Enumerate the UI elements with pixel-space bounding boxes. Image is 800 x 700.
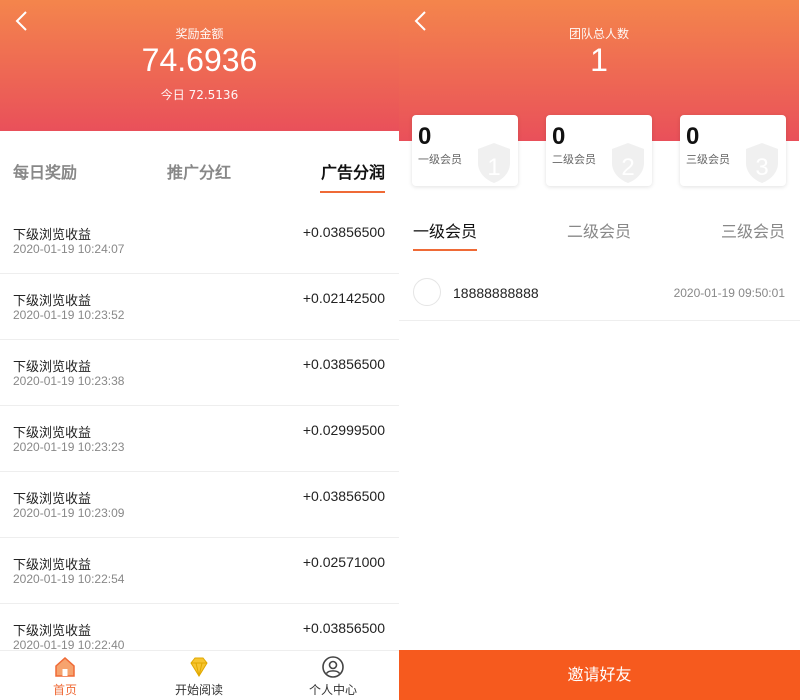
team-total-label: 团队总人数 [568, 27, 629, 41]
list-item-title: 下级浏览收益 [13, 426, 92, 441]
reward-header: 奖励金额 74.6936 今日 72.5136 [0, 0, 399, 131]
shield-badge-icon: 1 [478, 143, 510, 183]
list-item[interactable]: 下级浏览收益 2020-01-19 10:23:23 +0.02999500 [0, 406, 399, 472]
list-item[interactable]: 下级浏览收益 2020-01-19 10:22:54 +0.02571000 [0, 538, 399, 604]
list-item-amount: +0.02571000 [302, 554, 385, 570]
member-list-item[interactable]: 18888888888 2020-01-19 09:50:01 [399, 268, 800, 321]
tab-promotion-bonus[interactable]: 推广分红 [167, 159, 231, 183]
list-item-amount: +0.03856500 [302, 620, 385, 636]
list-item[interactable]: 下级浏览收益 2020-01-19 10:23:09 +0.03856500 [0, 472, 399, 538]
diamond-icon [190, 657, 208, 677]
list-item-amount: +0.02142500 [302, 290, 385, 306]
list-item-time: 2020-01-19 10:22:54 [13, 572, 125, 586]
nav-home-label: 首页 [52, 683, 77, 697]
tab-daily-reward[interactable]: 每日奖励 [13, 159, 77, 183]
list-item-title: 下级浏览收益 [13, 492, 92, 507]
list-item-time: 2020-01-19 10:23:38 [13, 374, 125, 388]
reward-amount-value: 74.6936 [141, 42, 258, 78]
level3-member-label: 三级会员 [686, 153, 730, 166]
level1-member-label: 一级会员 [418, 153, 462, 166]
reward-list[interactable]: 下级浏览收益 2020-01-19 10:24:07 +0.03856500 下… [0, 208, 399, 650]
invite-friends-button[interactable]: 邀请好友 [399, 650, 800, 700]
list-item[interactable]: 下级浏览收益 2020-01-19 10:22:40 +0.03856500 [0, 604, 399, 650]
team-total-count: 1 [590, 42, 608, 78]
nav-profile-label: 个人中心 [308, 683, 357, 697]
level2-member-count: 0 [552, 123, 566, 150]
level2-member-label: 二级会员 [552, 153, 596, 166]
member-join-time: 2020-01-19 09:50:01 [673, 286, 785, 300]
list-item[interactable]: 下级浏览收益 2020-01-19 10:24:07 +0.03856500 [0, 208, 399, 274]
list-item-title: 下级浏览收益 [13, 624, 92, 639]
tab-ad-share[interactable]: 广告分润 [321, 159, 385, 183]
team-panel: 团队总人数 1 [399, 0, 799, 700]
home-icon [55, 656, 75, 677]
list-item-title: 下级浏览收益 [13, 294, 92, 309]
level3-member-card[interactable]: 0 三级会员 3 [680, 115, 786, 186]
card-badge-number: 2 [621, 154, 634, 181]
nav-home[interactable]: 首页 [5, 655, 125, 698]
list-item-time: 2020-01-19 10:22:40 [13, 638, 125, 650]
level1-member-count: 0 [418, 123, 432, 150]
list-item-amount: +0.03856500 [302, 356, 385, 372]
list-item[interactable]: 下级浏览收益 2020-01-19 10:23:38 +0.03856500 [0, 340, 399, 406]
reward-tabs: 每日奖励 推广分红 广告分润 [0, 131, 399, 201]
nav-profile[interactable]: 个人中心 [273, 655, 393, 698]
bottom-nav: 首页 开始阅读 个人中心 [0, 650, 399, 700]
nav-start-reading[interactable]: 开始阅读 [139, 655, 259, 698]
active-tab-indicator [320, 191, 385, 193]
shield-badge-icon: 3 [746, 143, 778, 183]
shield-badge-icon: 2 [612, 143, 644, 183]
member-phone: 18888888888 [453, 285, 539, 301]
tab-level1-members[interactable]: 一级会员 [413, 218, 477, 242]
list-item-time: 2020-01-19 10:23:52 [13, 308, 125, 322]
list-item-time: 2020-01-19 10:23:09 [13, 506, 125, 520]
list-item[interactable]: 下级浏览收益 2020-01-19 10:23:52 +0.02142500 [0, 274, 399, 340]
list-item-title: 下级浏览收益 [13, 558, 92, 573]
list-item-amount: +0.02999500 [302, 422, 385, 438]
level3-member-count: 0 [686, 123, 700, 150]
list-item-title: 下级浏览收益 [13, 228, 92, 243]
tab-level2-members[interactable]: 二级会员 [567, 218, 631, 242]
reward-amount-label: 奖励金额 [175, 27, 224, 41]
card-badge-number: 3 [755, 154, 768, 181]
avatar [413, 278, 441, 306]
list-item-amount: +0.03856500 [302, 488, 385, 504]
reward-panel: 奖励金额 74.6936 今日 72.5136 每日奖励 推广分红 广告分润 下… [0, 0, 400, 700]
card-badge-number: 1 [487, 154, 500, 181]
list-item-time: 2020-01-19 10:23:23 [13, 440, 125, 454]
today-reward: 今日 72.5136 [160, 88, 239, 102]
list-item-amount: +0.03856500 [302, 224, 385, 240]
list-item-title: 下级浏览收益 [13, 360, 92, 375]
list-item-time: 2020-01-19 10:24:07 [13, 242, 125, 256]
user-icon [322, 656, 344, 678]
tab-level3-members[interactable]: 三级会员 [721, 218, 785, 242]
level2-member-card[interactable]: 0 二级会员 2 [546, 115, 652, 186]
nav-start-reading-label: 开始阅读 [174, 683, 223, 697]
level1-member-card[interactable]: 0 一级会员 1 [412, 115, 518, 186]
active-tab-indicator [413, 249, 477, 251]
